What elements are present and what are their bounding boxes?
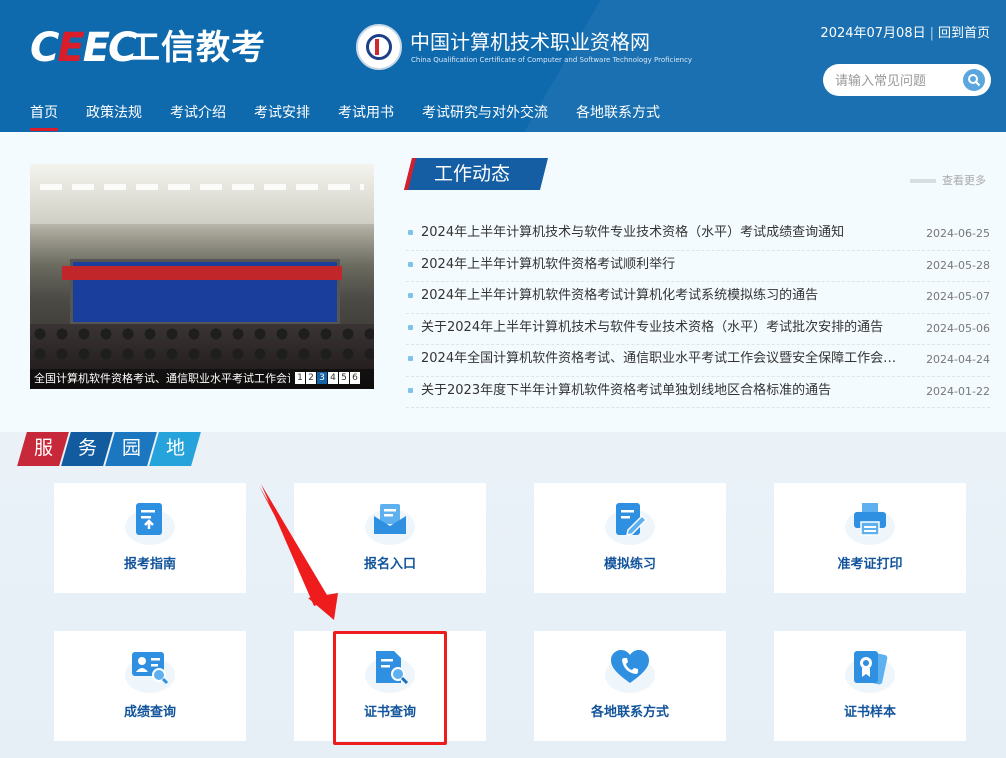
news-date: 2024-05-28 — [926, 258, 990, 272]
news-date: 2024-01-22 — [926, 384, 990, 398]
label-char: 务 — [78, 437, 98, 459]
list-item[interactable]: 2024年全国计算机软件资格考试、通信职业水平考试工作会议暨安全保障工作会… 20… — [406, 345, 990, 377]
slider-page-1[interactable]: 1 — [295, 372, 305, 384]
news-more-link[interactable]: 查看更多 — [910, 172, 986, 188]
image-slider[interactable]: 全国计算机软件资格考试、通信职业水平考试工作会议暨安全 1 2 3 4 5 6 — [30, 164, 374, 389]
card-admission-print[interactable]: 准考证打印 — [774, 483, 966, 593]
slider-page-5[interactable]: 5 — [339, 372, 349, 384]
nav-item-exam-schedule[interactable]: 考试安排 — [254, 104, 310, 132]
guide-doc-icon — [136, 503, 162, 535]
card-label: 报考指南 — [123, 557, 176, 572]
list-item[interactable]: 2024年上半年计算机软件资格考试计算机化考试系统模拟练习的通告 2024-05-… — [406, 282, 990, 314]
nav-item-exam-books[interactable]: 考试用书 — [338, 104, 394, 132]
list-item[interactable]: 2024年上半年计算机软件资格考试顺利举行 2024-05-28 — [406, 251, 990, 282]
slider-page-6[interactable]: 6 — [350, 372, 360, 384]
nav-item-contacts[interactable]: 各地联系方式 — [576, 104, 660, 132]
news-text[interactable]: 2024年上半年计算机技术与软件专业技术资格（水平）考试成绩查询通知 — [421, 224, 899, 242]
news-text[interactable]: 2024年全国计算机软件资格考试、通信职业水平考试工作会议暨安全保障工作会… — [421, 350, 899, 368]
search-button[interactable] — [963, 69, 985, 91]
card-label: 模拟练习 — [603, 557, 656, 572]
card-register[interactable]: 报名入口 — [294, 483, 486, 593]
slider-page-2[interactable]: 2 — [306, 372, 316, 384]
nav-item-exam-intro[interactable]: 考试介绍 — [170, 104, 226, 132]
news-text[interactable]: 2024年上半年计算机软件资格考试计算机化考试系统模拟练习的通告 — [421, 287, 899, 305]
card-certificate-sample[interactable]: 证书样本 — [774, 631, 966, 741]
card-label: 证书样本 — [843, 705, 896, 720]
qualification-seal-icon — [356, 24, 402, 70]
highlight-box — [333, 631, 447, 745]
news-date: 2024-06-25 — [926, 227, 990, 240]
nav-item-policy[interactable]: 政策法规 — [86, 104, 142, 132]
card-label: 成绩查询 — [123, 705, 176, 720]
card-label: 各地联系方式 — [590, 705, 669, 720]
news-title: 工作动态 — [434, 163, 511, 185]
card-practice[interactable]: 模拟练习 — [534, 483, 726, 593]
news-list: 2024年上半年计算机技术与软件专业技术资格（水平）考试成绩查询通知 2024-0… — [406, 219, 990, 408]
printer-icon — [854, 503, 886, 536]
news-text[interactable]: 关于2024年上半年计算机技术与软件专业技术资格（水平）考试批次安排的通告 — [421, 319, 899, 337]
top-section: 全国计算机软件资格考试、通信职业水平考试工作会议暨安全 1 2 3 4 5 6 … — [0, 132, 1006, 432]
list-item[interactable]: 2024年上半年计算机技术与软件专业技术资格（水平）考试成绩查询通知 2024-0… — [406, 219, 990, 251]
list-item[interactable]: 关于2023年度下半年计算机软件资格考试单独划线地区合格标准的通告 2024-01… — [406, 377, 990, 408]
slider-page-3[interactable]: 3 — [317, 372, 327, 384]
nav-item-home[interactable]: 首页 — [30, 104, 58, 132]
label-char: 地 — [166, 437, 186, 459]
card-label: 准考证打印 — [837, 557, 903, 572]
label-char: 园 — [122, 437, 142, 459]
service-section-label: 服 务 园 地 — [17, 432, 201, 468]
search-input[interactable] — [833, 70, 957, 92]
home-link[interactable]: 回到首页 — [938, 26, 990, 41]
practice-edit-icon — [616, 503, 647, 536]
slider-pagination: 1 2 3 4 5 6 — [295, 372, 361, 384]
slide-caption[interactable]: 全国计算机软件资格考试、通信职业水平考试工作会议暨安全 — [34, 372, 290, 386]
logo-title: 工信教考 — [126, 28, 266, 68]
site-title-cn: 中国计算机技术职业资格网 — [410, 30, 650, 54]
news-date: 2024-04-24 — [926, 353, 990, 366]
logo-ceec-text: CEEC — [30, 25, 137, 71]
site-title-en: China Qualification Certificate of Compu… — [411, 56, 693, 64]
card-score-query[interactable]: 成绩查询 — [54, 631, 246, 741]
certificate-sample-icon — [854, 651, 888, 685]
news-date: 2024-05-07 — [926, 290, 990, 303]
search-box — [823, 64, 991, 96]
news-date: 2024-05-06 — [926, 321, 990, 335]
separator: | — [929, 26, 934, 41]
news-text[interactable]: 关于2023年度下半年计算机软件资格考试单独划线地区合格标准的通告 — [421, 382, 899, 400]
card-exam-guide[interactable]: 报考指南 — [54, 483, 246, 593]
current-date: 2024年07月08日 — [820, 26, 926, 41]
search-icon — [968, 74, 981, 87]
card-local-contacts[interactable]: 各地联系方式 — [534, 631, 726, 741]
list-item[interactable]: 关于2024年上半年计算机技术与软件专业技术资格（水平）考试批次安排的通告 202… — [406, 314, 990, 345]
label-char: 服 — [34, 437, 54, 459]
register-mail-icon — [374, 504, 406, 534]
card-label: 报名入口 — [363, 557, 416, 572]
nav-item-research[interactable]: 考试研究与对外交流 — [422, 104, 548, 132]
phone-heart-icon — [611, 650, 649, 683]
conference-photo — [30, 164, 374, 389]
slider-page-4[interactable]: 4 — [328, 372, 338, 384]
score-search-icon — [132, 652, 169, 685]
main-nav: 首页 政策法规 考试介绍 考试安排 考试用书 考试研究与对外交流 各地联系方式 — [30, 104, 688, 132]
site-header: CEEC 工信教考 中国计算机技术职业资格网 China Qualificati… — [0, 0, 1006, 132]
news-section-heading: 工作动态 — [404, 158, 552, 198]
date-bar: 2024年07月08日 | 回到首页 — [820, 22, 990, 41]
news-text[interactable]: 2024年上半年计算机软件资格考试顺利举行 — [421, 256, 899, 274]
